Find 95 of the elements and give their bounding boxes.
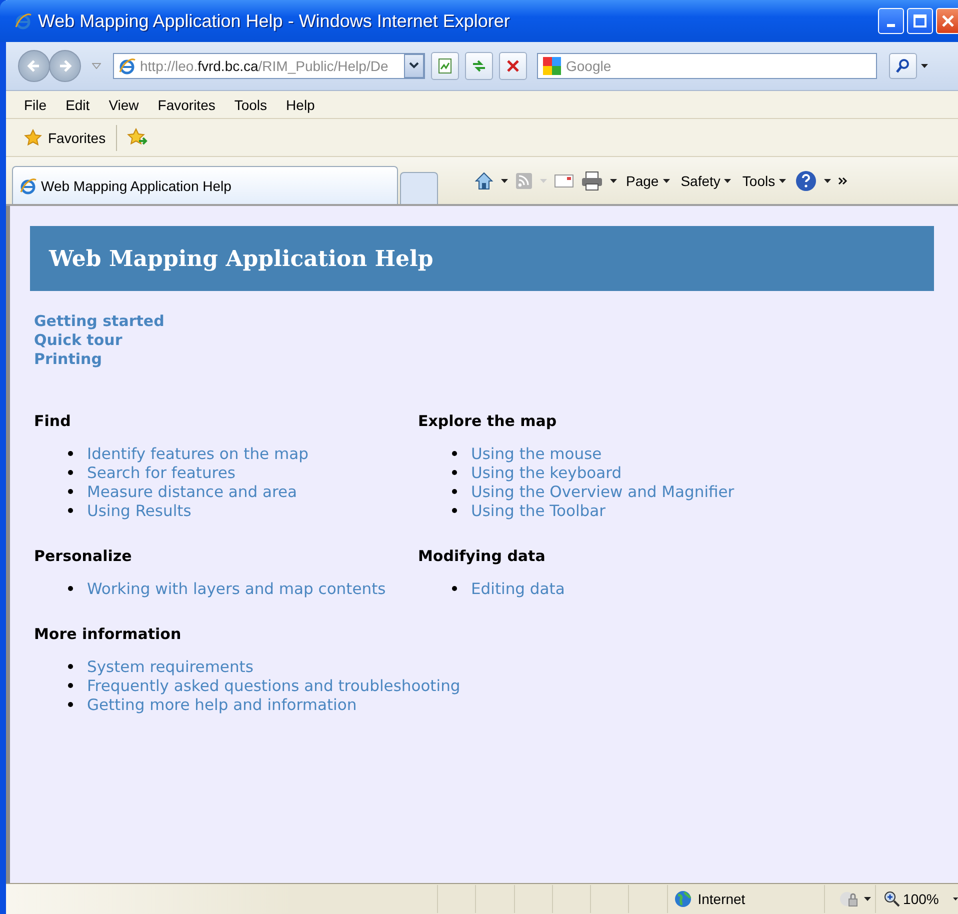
- help-link[interactable]: Getting more help and information: [87, 696, 357, 714]
- help-link[interactable]: Search for features: [87, 464, 236, 482]
- url-text: http://leo.fvrd.bc.ca/RIM_Public/Help/De: [140, 58, 390, 74]
- browser-logo-icon: [14, 12, 32, 30]
- help-link[interactable]: Using Results: [87, 502, 192, 520]
- bullet: [452, 470, 457, 475]
- bullet: [68, 586, 73, 591]
- help-link[interactable]: Quick tour: [34, 331, 122, 350]
- help-link[interactable]: Printing: [34, 350, 102, 369]
- page-icon: [118, 57, 136, 75]
- close-icon: [940, 14, 954, 28]
- help-link[interactable]: System requirements: [87, 658, 254, 676]
- help-link[interactable]: Editing data: [471, 580, 565, 598]
- chevron-right-icon[interactable]: [838, 177, 848, 185]
- menu-item[interactable]: View: [108, 96, 139, 112]
- zoom-icon: [884, 891, 900, 907]
- dropdown-caret-icon[interactable]: [921, 64, 928, 68]
- stop-button[interactable]: [499, 52, 527, 80]
- help-icon[interactable]: [795, 170, 818, 192]
- menu-item[interactable]: File: [24, 96, 47, 112]
- bullet: [68, 470, 73, 475]
- dropdown-caret-icon: [724, 179, 732, 183]
- search-button[interactable]: [889, 53, 917, 79]
- dropdown-caret-icon: [540, 179, 547, 183]
- help-link[interactable]: Measure distance and area: [87, 482, 298, 500]
- page-heading: Web Mapping Application Help: [30, 226, 934, 291]
- dropdown-caret-icon: [779, 179, 786, 183]
- help-link[interactable]: Identify features on the map: [87, 444, 308, 462]
- forward-button[interactable]: [49, 50, 81, 82]
- bullet: [68, 489, 73, 494]
- section-heading: More information: [34, 625, 182, 643]
- help-link[interactable]: Using the keyboard: [471, 464, 622, 482]
- zoom-button[interactable]: 100%: [875, 885, 947, 913]
- back-button[interactable]: [18, 50, 50, 82]
- help-link[interactable]: Getting started: [34, 312, 164, 331]
- section-heading: Find: [34, 412, 72, 430]
- bullet: [452, 586, 457, 591]
- lock-icon[interactable]: [838, 890, 859, 908]
- minimize-icon: [887, 24, 895, 27]
- help-link[interactable]: Using the Overview and Magnifier: [471, 482, 734, 500]
- home-icon[interactable]: [474, 171, 494, 191]
- window-title: Web Mapping Application Help - Windows Internet Explorer: [38, 10, 511, 32]
- compatibility-button[interactable]: [431, 52, 459, 80]
- dropdown-caret-icon: [662, 179, 670, 183]
- star-icon: [24, 128, 42, 146]
- help-link[interactable]: Using the mouse: [471, 444, 602, 462]
- dropdown-caret-icon[interactable]: [952, 897, 958, 901]
- dropdown-caret-icon[interactable]: [864, 897, 871, 901]
- bullet: [68, 702, 73, 707]
- chevron-down-icon: [409, 62, 419, 70]
- search-icon: [895, 58, 911, 74]
- bullet: [68, 664, 73, 669]
- close-icon: [505, 58, 521, 74]
- search-provider-icon: [542, 56, 562, 76]
- bullet: [68, 508, 73, 513]
- command-menu[interactable]: Tools: [740, 173, 788, 189]
- maximize-icon: [913, 14, 927, 28]
- menu-item[interactable]: Tools: [234, 96, 268, 112]
- minimize-button[interactable]: [878, 8, 904, 34]
- mail-icon[interactable]: [554, 173, 574, 189]
- help-link[interactable]: Using the Toolbar: [471, 502, 606, 520]
- browser-logo-icon: [19, 176, 37, 194]
- section-heading: Modifying data: [418, 547, 546, 565]
- add-favorite-icon[interactable]: [126, 128, 149, 148]
- bullet: [452, 489, 457, 494]
- menu-item[interactable]: Edit: [66, 96, 90, 112]
- browser-tab[interactable]: Web Mapping Application Help: [12, 166, 398, 204]
- maximize-button[interactable]: [907, 8, 933, 34]
- bullet: [68, 683, 73, 688]
- help-link[interactable]: Frequently asked questions and troubleshooting: [87, 676, 460, 694]
- bullet: [452, 508, 457, 513]
- dropdown-caret-icon[interactable]: [501, 179, 508, 183]
- menu-item[interactable]: Favorites: [158, 96, 216, 112]
- bullet: [68, 451, 73, 456]
- dropdown-button[interactable]: [404, 54, 424, 78]
- dropdown-caret-icon[interactable]: [824, 179, 832, 183]
- back-arrow-icon: [26, 58, 42, 74]
- favorites-button[interactable]: Favorites: [24, 128, 106, 146]
- help-link[interactable]: Working with layers and map contents: [87, 580, 386, 598]
- security-zone: Internet: [698, 891, 746, 907]
- printer-icon[interactable]: [581, 171, 603, 191]
- refresh-arrows-icon: [471, 58, 487, 74]
- section-heading: Personalize: [34, 547, 133, 565]
- section-heading: Explore the map: [418, 412, 558, 430]
- menu-item[interactable]: Help: [286, 96, 315, 112]
- address-field[interactable]: http://leo.fvrd.bc.ca/RIM_Public/Help/De: [113, 53, 425, 79]
- close-button[interactable]: [936, 8, 958, 34]
- dropdown-caret-icon[interactable]: [610, 179, 617, 183]
- command-menu[interactable]: Safety: [678, 173, 734, 189]
- refresh-button[interactable]: [465, 52, 493, 80]
- command-menu[interactable]: Page: [624, 173, 672, 189]
- globe-icon: [674, 890, 692, 908]
- forward-arrow-icon: [57, 58, 73, 74]
- bullet: [452, 451, 457, 456]
- search-field[interactable]: Google: [537, 53, 877, 79]
